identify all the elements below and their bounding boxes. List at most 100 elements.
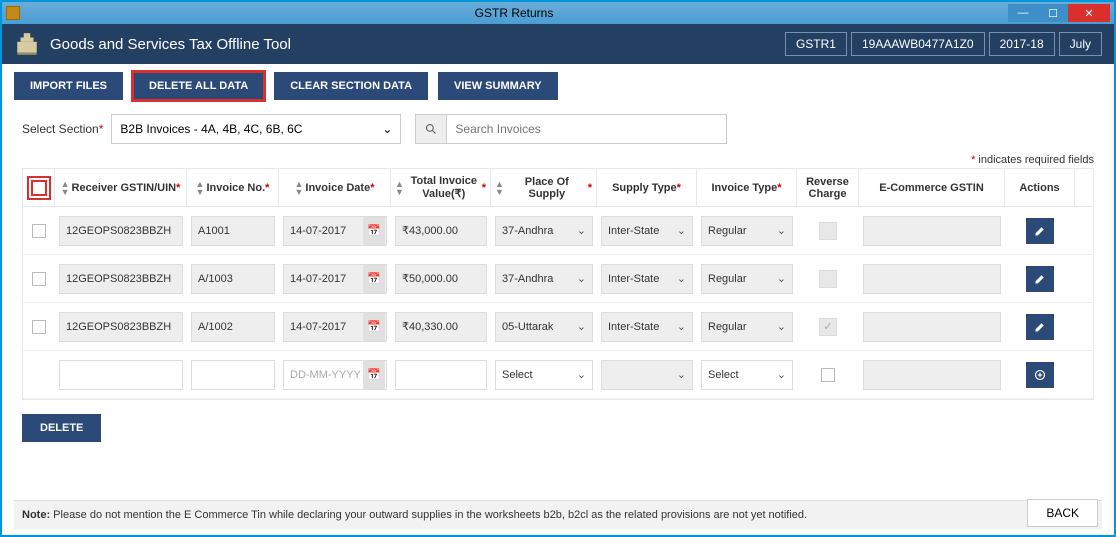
cell-ecommerce-gstin[interactable] — [863, 216, 1001, 246]
cell-invoice-type-select[interactable]: Regular⌄ — [701, 312, 793, 342]
col-header-reverse-charge: Reverse Charge — [797, 169, 859, 206]
new-invdate-input[interactable]: DD-MM-YYYY📅 — [283, 360, 387, 390]
col-header-invdate[interactable]: ▲▼Invoice Date* — [279, 169, 391, 206]
chevron-down-icon: ⌄ — [677, 320, 686, 333]
cell-invno[interactable]: A1001 — [191, 216, 275, 246]
col-header-supply-type: Supply Type* — [597, 169, 697, 206]
pencil-icon — [1034, 273, 1046, 285]
cell-invdate[interactable]: 14-07-2017📅 — [283, 264, 387, 294]
chevron-down-icon: ⌄ — [677, 368, 686, 381]
toolbar: IMPORT FILES DELETE ALL DATA CLEAR SECTI… — [2, 64, 1114, 108]
section-dropdown[interactable]: B2B Invoices - 4A, 4B, 4C, 6B, 6C ⌄ — [111, 114, 401, 144]
chevron-down-icon: ⌄ — [577, 272, 586, 285]
col-header-total[interactable]: ▲▼Total Invoice Value(₹)* — [391, 169, 491, 206]
maximize-button[interactable]: ☐ — [1038, 4, 1068, 22]
cell-gstin[interactable]: 12GEOPS0823BBZH — [59, 264, 183, 294]
edit-row-button[interactable] — [1026, 266, 1054, 292]
pencil-icon — [1034, 321, 1046, 333]
app-title: Goods and Services Tax Offline Tool — [50, 36, 785, 53]
new-total-input[interactable] — [395, 360, 487, 390]
import-files-button[interactable]: IMPORT FILES — [14, 72, 123, 100]
row-checkbox[interactable] — [32, 272, 46, 286]
chip-gstin: 19AAAWB0477A1Z0 — [851, 32, 985, 56]
chevron-down-icon: ⌄ — [677, 272, 686, 285]
sort-icon: ▲▼ — [61, 180, 70, 196]
row-checkbox[interactable] — [32, 320, 46, 334]
new-pos-select[interactable]: Select⌄ — [495, 360, 593, 390]
chevron-down-icon: ⌄ — [777, 272, 786, 285]
new-reverse-charge-checkbox[interactable] — [821, 368, 835, 382]
delete-all-data-button[interactable]: DELETE ALL DATA — [133, 72, 264, 100]
cell-total[interactable]: ₹40,330.00 — [395, 312, 487, 342]
new-invno-input[interactable] — [191, 360, 275, 390]
cell-gstin[interactable]: 12GEOPS0823BBZH — [59, 312, 183, 342]
chevron-down-icon: ⌄ — [382, 122, 392, 136]
chevron-down-icon: ⌄ — [577, 224, 586, 237]
cell-invdate[interactable]: 14-07-2017📅 — [283, 312, 387, 342]
new-ecommerce-gstin-input[interactable] — [863, 360, 1001, 390]
cell-pos-select[interactable]: 37-Andhra⌄ — [495, 216, 593, 246]
window-title: GSTR Returns — [20, 6, 1008, 20]
cell-invno[interactable]: A/1002 — [191, 312, 275, 342]
select-all-checkbox[interactable] — [31, 180, 47, 196]
cell-supply-type-select[interactable]: Inter-State⌄ — [601, 216, 693, 246]
table-row: 12GEOPS0823BBZH A/1003 14-07-2017📅 ₹50,000.… — [23, 255, 1093, 303]
cell-invno[interactable]: A/1003 — [191, 264, 275, 294]
edit-row-button[interactable] — [1026, 314, 1054, 340]
view-summary-button[interactable]: VIEW SUMMARY — [438, 72, 558, 100]
clear-section-data-button[interactable]: CLEAR SECTION DATA — [274, 72, 428, 100]
cell-invoice-type-select[interactable]: Regular⌄ — [701, 216, 793, 246]
col-header-invno[interactable]: ▲▼Invoice No.* — [187, 169, 279, 206]
col-header-invoice-type: Invoice Type* — [697, 169, 797, 206]
reverse-charge-checkbox — [819, 270, 837, 288]
reverse-charge-checkbox — [819, 222, 837, 240]
select-section-label: Select Section* — [22, 122, 103, 136]
add-row-button[interactable] — [1026, 362, 1054, 388]
row-checkbox[interactable] — [32, 224, 46, 238]
cell-total[interactable]: ₹43,000.00 — [395, 216, 487, 246]
cell-supply-type-select[interactable]: Inter-State⌄ — [601, 264, 693, 294]
edit-row-button[interactable] — [1026, 218, 1054, 244]
invoice-grid: ▲▼Receiver GSTIN/UIN* ▲▼Invoice No.* ▲▼I… — [22, 168, 1094, 400]
calendar-icon[interactable]: 📅 — [363, 361, 385, 389]
sort-icon: ▲▼ — [294, 180, 303, 196]
table-row: 12GEOPS0823BBZH A/1002 14-07-2017📅 ₹40,330.… — [23, 303, 1093, 351]
search-input[interactable] — [447, 114, 727, 144]
new-invoice-type-select[interactable]: Select⌄ — [701, 360, 793, 390]
col-header-pos[interactable]: ▲▼Place Of Supply* — [491, 169, 597, 206]
col-header-gstin[interactable]: ▲▼Receiver GSTIN/UIN* — [55, 169, 187, 206]
col-header-ecommerce-gstin: E-Commerce GSTIN — [859, 169, 1005, 206]
cell-gstin[interactable]: 12GEOPS0823BBZH — [59, 216, 183, 246]
reverse-charge-checkbox: ✓ — [819, 318, 837, 336]
close-button[interactable]: ✕ — [1068, 4, 1110, 22]
back-button[interactable]: BACK — [1027, 499, 1098, 527]
table-row: 12GEOPS0823BBZH A1001 14-07-2017📅 ₹43,000.0… — [23, 207, 1093, 255]
app-header: Goods and Services Tax Offline Tool GSTR… — [2, 24, 1114, 64]
app-icon — [6, 6, 20, 20]
emblem-icon — [14, 31, 40, 57]
cell-pos-select[interactable]: 37-Andhra⌄ — [495, 264, 593, 294]
chevron-down-icon: ⌄ — [777, 320, 786, 333]
calendar-icon[interactable]: 📅 — [363, 313, 385, 341]
cell-pos-select[interactable]: 05-Uttarak⌄ — [495, 312, 593, 342]
cell-ecommerce-gstin[interactable] — [863, 264, 1001, 294]
minimize-button[interactable]: — — [1008, 4, 1038, 22]
new-gstin-input[interactable] — [59, 360, 183, 390]
calendar-icon[interactable]: 📅 — [363, 265, 385, 293]
search-button[interactable] — [415, 114, 447, 144]
sort-icon: ▲▼ — [495, 180, 504, 196]
chip-fy: 2017-18 — [989, 32, 1055, 56]
cell-total[interactable]: ₹50,000.00 — [395, 264, 487, 294]
cell-supply-type-select[interactable]: Inter-State⌄ — [601, 312, 693, 342]
col-header-actions: Actions — [1005, 169, 1075, 206]
cell-invdate[interactable]: 14-07-2017📅 — [283, 216, 387, 246]
cell-ecommerce-gstin[interactable] — [863, 312, 1001, 342]
delete-button[interactable]: DELETE — [22, 414, 101, 442]
search-icon — [425, 123, 437, 135]
new-supply-type-select[interactable]: ⌄ — [601, 360, 693, 390]
chevron-down-icon: ⌄ — [777, 224, 786, 237]
section-dropdown-value: B2B Invoices - 4A, 4B, 4C, 6B, 6C — [120, 122, 302, 136]
pencil-icon — [1034, 225, 1046, 237]
cell-invoice-type-select[interactable]: Regular⌄ — [701, 264, 793, 294]
calendar-icon[interactable]: 📅 — [363, 217, 385, 245]
